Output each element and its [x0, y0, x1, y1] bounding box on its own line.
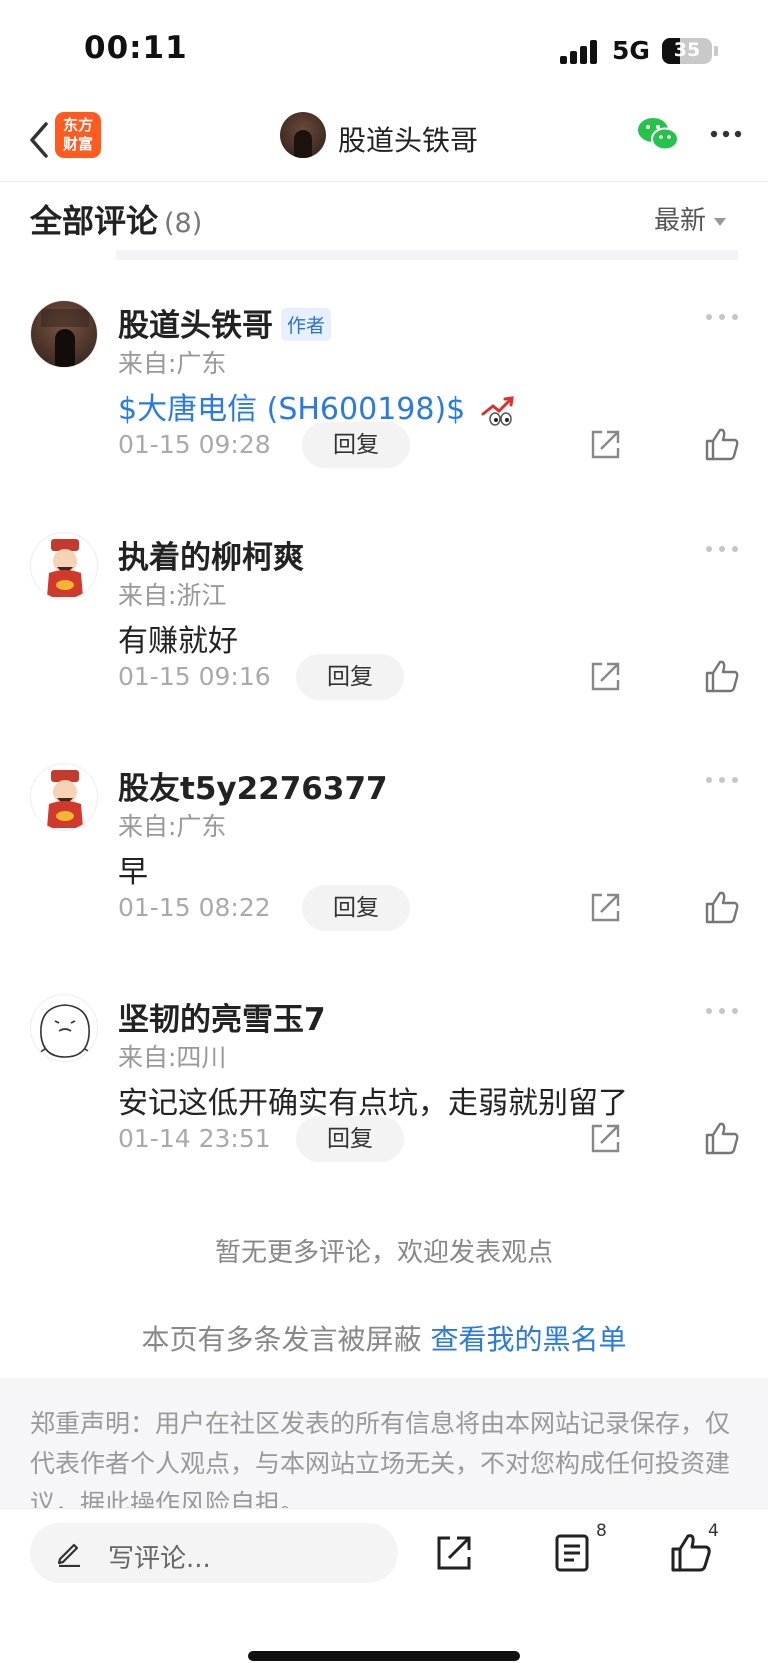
- disclaimer: 郑重声明：用户在社区发表的所有信息将由本网站记录保存，仅代表作者个人观点，与本网…: [0, 1378, 768, 1508]
- rising-eyes-emoji-icon: [481, 395, 514, 426]
- reply-button[interactable]: 回复: [302, 422, 410, 468]
- app-logo[interactable]: 东方 财富: [55, 112, 101, 158]
- thumbs-up-icon[interactable]: [704, 1120, 740, 1156]
- share-icon[interactable]: [434, 1533, 474, 1573]
- reply-button[interactable]: 回复: [302, 885, 410, 931]
- comment-location: 来自:浙江: [118, 581, 227, 610]
- comment-text: 早: [118, 855, 148, 890]
- comment-count: (8): [164, 208, 203, 239]
- comment-author[interactable]: 执着的柳柯爽: [118, 532, 304, 577]
- share-icon[interactable]: [588, 1122, 622, 1156]
- comment-time: 01-14 23:51: [118, 1124, 271, 1153]
- avatar[interactable]: [30, 300, 98, 368]
- divider: [116, 250, 738, 260]
- avatar[interactable]: [280, 112, 326, 158]
- bottom-bar: 写评论... 8 4: [0, 1508, 768, 1663]
- comment-input[interactable]: 写评论...: [30, 1523, 398, 1583]
- reply-button[interactable]: 回复: [296, 1116, 404, 1162]
- more-icon[interactable]: [706, 777, 740, 785]
- comment-time: 01-15 09:16: [118, 662, 271, 691]
- more-icon[interactable]: [706, 314, 740, 322]
- comment-count-badge: 8: [596, 1521, 607, 1541]
- share-icon[interactable]: [588, 428, 622, 462]
- home-indicator: [248, 1651, 520, 1661]
- comments-heading: 全部评论 (8): [30, 202, 203, 240]
- more-icon[interactable]: [706, 1008, 740, 1016]
- avatar[interactable]: [30, 763, 98, 831]
- avatar[interactable]: [30, 994, 98, 1062]
- battery-level: 35: [673, 39, 701, 61]
- no-more-comments: 暂无更多评论，欢迎发表观点: [214, 1238, 553, 1268]
- cartoon-face-icon: [38, 1004, 92, 1058]
- caret-down-icon: [714, 217, 727, 226]
- thumbs-up-icon[interactable]: [704, 426, 740, 462]
- more-options-icon[interactable]: [708, 122, 748, 146]
- like-count-badge: 4: [708, 1521, 719, 1541]
- comment-time: 01-15 09:28: [118, 430, 271, 459]
- fortune-god-icon: [47, 539, 83, 597]
- comment-placeholder: 写评论...: [108, 1544, 211, 1574]
- pen-icon: [57, 1543, 80, 1567]
- comment-author[interactable]: 坚韧的亮雪玉7: [118, 994, 326, 1039]
- avatar[interactable]: [30, 532, 98, 600]
- comment-time: 01-15 08:22: [118, 893, 271, 922]
- sort-dropdown[interactable]: 最新: [654, 200, 727, 237]
- comment-location: 来自:广东: [118, 349, 227, 378]
- comments-icon[interactable]: [554, 1533, 590, 1573]
- blacklist-link[interactable]: 查看我的黑名单: [430, 1323, 626, 1356]
- status-time: 00:11: [84, 30, 188, 66]
- comment-author[interactable]: 股道头铁哥 作者: [118, 300, 332, 345]
- disclaimer-text: 郑重声明：用户在社区发表的所有信息将由本网站记录保存，仅代表作者个人观点，与本网…: [30, 1409, 731, 1508]
- network-type: 5G: [612, 36, 650, 65]
- comment-author[interactable]: 股友t5y2276377: [118, 763, 388, 808]
- thumbs-up-icon[interactable]: [670, 1531, 712, 1573]
- back-icon[interactable]: [20, 118, 60, 162]
- fortune-god-icon: [47, 770, 83, 828]
- thumbs-up-icon[interactable]: [704, 658, 740, 694]
- thumbs-up-icon[interactable]: [704, 889, 740, 925]
- share-icon[interactable]: [588, 891, 622, 925]
- status-bar: 00:11 5G 35: [0, 0, 768, 100]
- more-icon[interactable]: [706, 546, 740, 554]
- battery-icon: 35: [662, 38, 712, 64]
- comment-location: 来自:四川: [118, 1043, 227, 1072]
- page-title[interactable]: 股道头铁哥: [338, 119, 478, 159]
- comment-location: 来自:广东: [118, 812, 227, 841]
- signal-icon: [560, 40, 600, 64]
- author-badge: 作者: [281, 308, 332, 341]
- share-icon[interactable]: [588, 660, 622, 694]
- wechat-icon[interactable]: [636, 114, 680, 154]
- nav-bar: 东方 财富 股道头铁哥: [0, 100, 768, 182]
- reply-button[interactable]: 回复: [296, 654, 404, 700]
- stock-link[interactable]: $大唐电信 (SH600198)$: [118, 384, 517, 428]
- comment-text: 有赚就好: [118, 624, 238, 659]
- blocked-notice: 本页有多条发言被屏蔽 查看我的黑名单: [141, 1323, 627, 1356]
